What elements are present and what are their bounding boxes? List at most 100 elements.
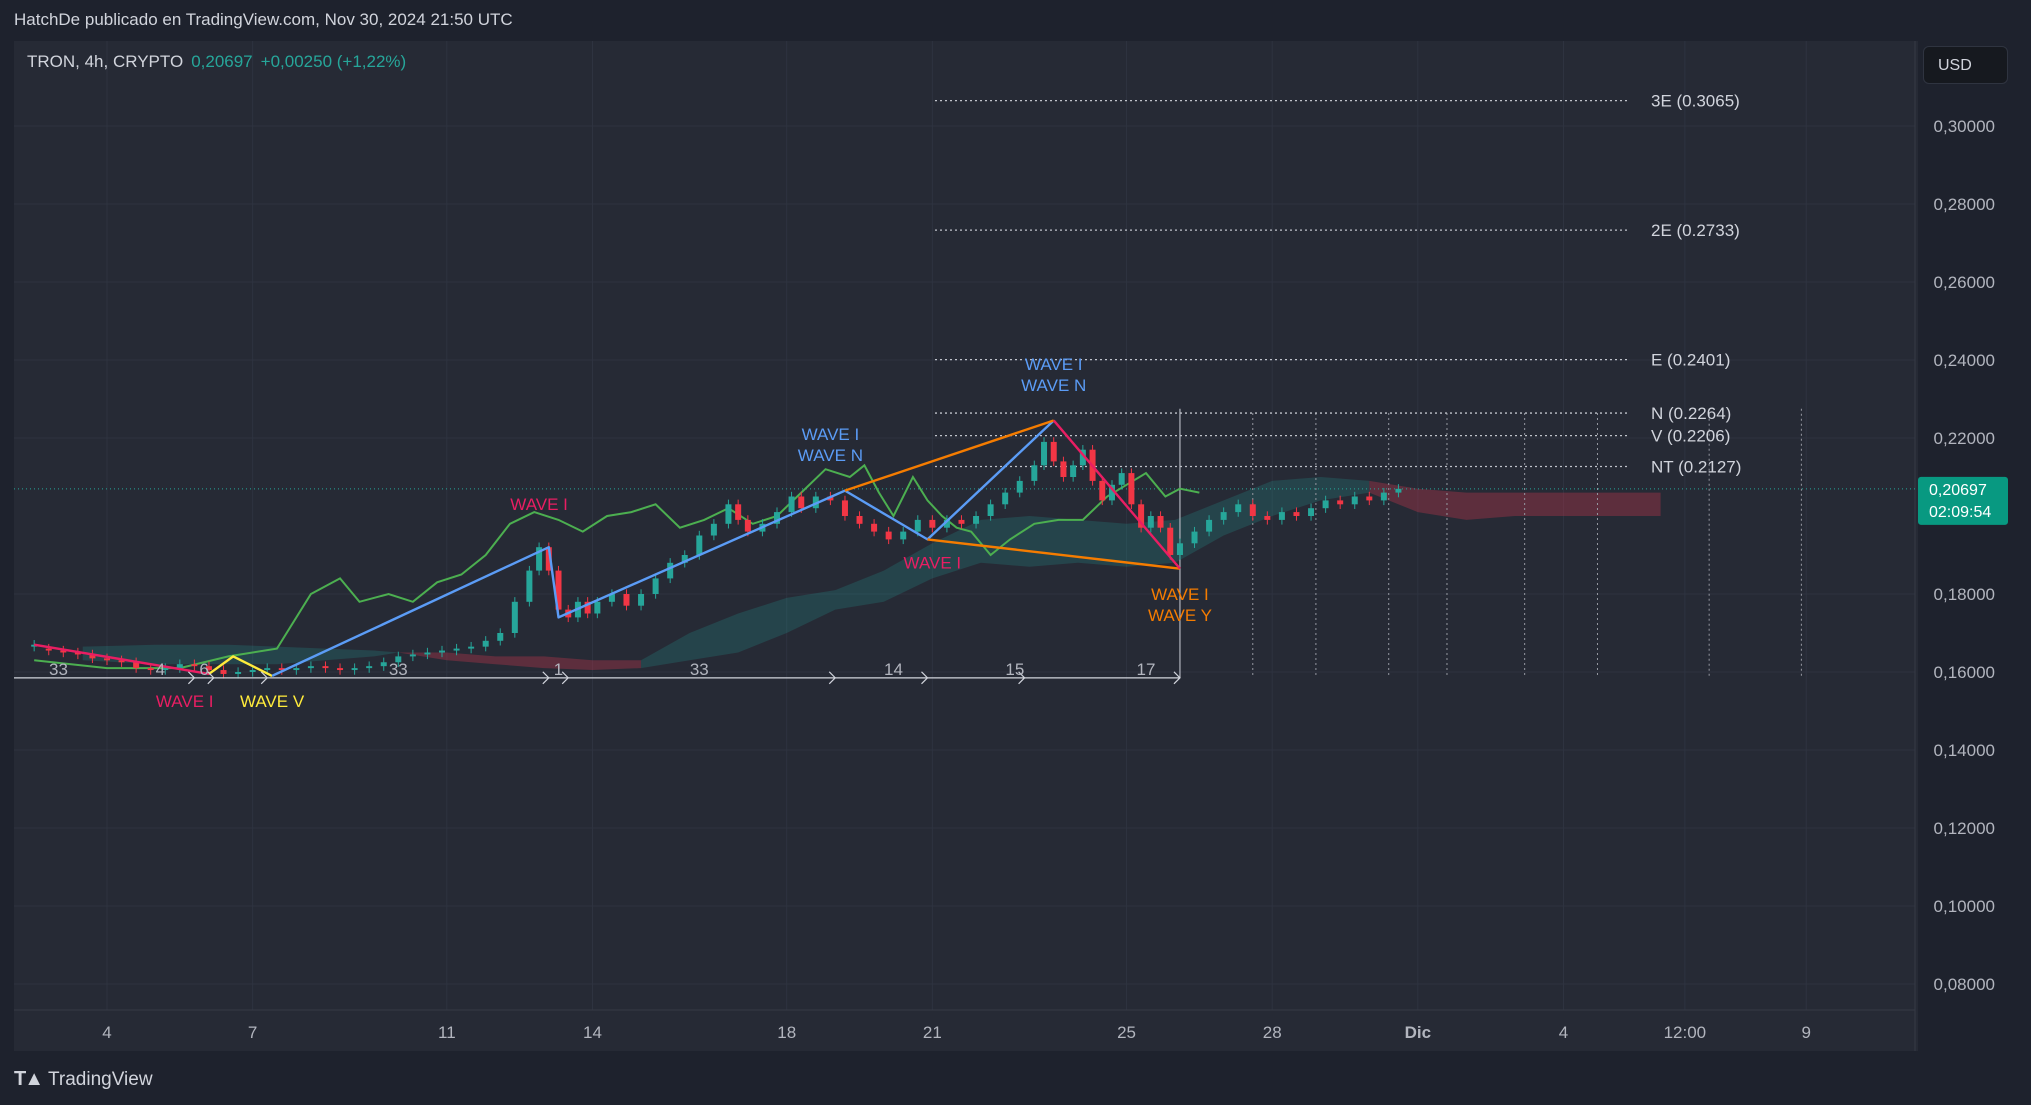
- candle-down: [45, 648, 52, 651]
- wave-label: WAVE I: [802, 425, 860, 444]
- candle-up: [438, 650, 445, 653]
- candle-up: [380, 662, 387, 667]
- candle-down: [798, 496, 805, 509]
- candle-down: [623, 594, 630, 606]
- price-tick-label: 0,12000: [1934, 819, 1995, 838]
- price-tick-label: 0,22000: [1934, 429, 1995, 448]
- candle-down: [929, 519, 936, 528]
- time-count-label: 33: [49, 660, 68, 679]
- price-chart[interactable]: 3E (0.3065) 2E (0.2733) E (0.2401) N (0.226…: [0, 0, 2031, 1105]
- candle-up: [235, 672, 242, 674]
- time-tick-label: 12:00: [1664, 1023, 1707, 1042]
- time-count-label: 4: [156, 660, 165, 679]
- candle-up: [1118, 473, 1125, 485]
- candle-down: [104, 658, 110, 661]
- price-tick-label: 0,14000: [1934, 741, 1995, 760]
- brand-text: TradingView: [48, 1068, 153, 1090]
- candle-down: [1157, 516, 1164, 528]
- symbol-legend: TRON, 4h, CRYPTO 0,20697 +0,00250 (+1,22%): [27, 52, 406, 72]
- time-tick-label: 14: [583, 1023, 602, 1042]
- price-tick-label: 0,28000: [1934, 195, 1995, 214]
- candle-up: [1070, 465, 1077, 477]
- candle-down: [1060, 461, 1067, 477]
- candle-down: [1366, 496, 1373, 501]
- candle-down: [871, 523, 878, 532]
- time-count-label: 17: [1137, 660, 1156, 679]
- candle-up: [511, 601, 518, 633]
- candle-down: [322, 666, 329, 669]
- indicator-line-green: [34, 463, 1200, 670]
- candle-down: [1099, 480, 1106, 501]
- price-level-label: N (0.2264): [1651, 404, 1731, 423]
- candle-up: [293, 668, 300, 671]
- candle-up: [667, 562, 674, 579]
- candle-up: [264, 668, 271, 671]
- candle-up: [1380, 492, 1387, 501]
- currency-button[interactable]: USD: [1923, 46, 2008, 84]
- price-tick-label: 0,24000: [1934, 351, 1995, 370]
- candle-up: [900, 531, 907, 540]
- candle-up: [1206, 519, 1213, 532]
- time-tick-label: 9: [1802, 1023, 1811, 1042]
- tradingview-logo-icon: T▲: [14, 1068, 44, 1090]
- price-tick-label: 0,16000: [1934, 663, 1995, 682]
- candle-up: [1308, 508, 1315, 516]
- candle-up: [1395, 488, 1402, 493]
- wave-label: WAVE I: [904, 554, 962, 573]
- price-tick-label: 0,10000: [1934, 897, 1995, 916]
- price-tick-label: 0,18000: [1934, 585, 1995, 604]
- price-badge-countdown: 02:09:54: [1929, 504, 1991, 521]
- price-badge-value: 0,20697: [1929, 482, 1987, 499]
- candle-down: [958, 519, 965, 524]
- price-level-label: 3E (0.3065): [1651, 92, 1740, 111]
- time-tick-label: 21: [923, 1023, 942, 1042]
- wave-label: WAVE Y: [1148, 606, 1212, 625]
- candle-down: [1128, 473, 1135, 505]
- candle-up: [366, 666, 373, 669]
- candle-up: [1351, 496, 1358, 505]
- legend-price: 0,20697: [191, 52, 253, 71]
- time-tick-label: 4: [1559, 1023, 1568, 1042]
- price-level-label: 2E (0.2733): [1651, 221, 1740, 240]
- candle-up: [1031, 465, 1038, 481]
- candle-down: [885, 531, 892, 540]
- candle-up: [594, 601, 601, 614]
- candle-down: [1050, 441, 1057, 462]
- ichimoku-cloud-red: [1369, 480, 1661, 520]
- candle-up: [526, 570, 533, 602]
- candle-up: [1322, 500, 1329, 509]
- candle-up: [696, 535, 703, 555]
- price-level-label: NT (0.2127): [1651, 457, 1741, 476]
- wave-label: WAVE N: [1021, 376, 1086, 395]
- time-count-label: 1: [554, 660, 563, 679]
- time-tick-label: 18: [777, 1023, 796, 1042]
- candle-up: [987, 504, 994, 516]
- candle-up: [1191, 531, 1198, 544]
- candle-up: [710, 523, 717, 536]
- candle-up: [351, 668, 358, 671]
- wave-label: WAVE I: [156, 692, 214, 711]
- candle-up: [1278, 512, 1285, 520]
- candle-up: [638, 594, 645, 606]
- candle-up: [1235, 504, 1242, 513]
- candle-down: [744, 519, 751, 532]
- candle-up: [725, 504, 732, 524]
- price-level-label: V (0.2206): [1651, 427, 1730, 446]
- time-tick-label: 25: [1117, 1023, 1136, 1042]
- tradingview-brand[interactable]: T▲ TradingView: [14, 1068, 153, 1091]
- candle-up: [468, 646, 475, 649]
- time-count-label: 6: [199, 660, 208, 679]
- price-tick-label: 0,08000: [1934, 975, 1995, 994]
- candle-down: [191, 664, 198, 667]
- candle-up: [1176, 543, 1183, 555]
- candle-up: [973, 516, 980, 524]
- candle-up: [307, 666, 314, 669]
- candle-down: [220, 670, 227, 674]
- symbol-info[interactable]: TRON, 4h, CRYPTO: [27, 52, 183, 71]
- candle-down: [337, 668, 344, 671]
- candle-up: [652, 578, 659, 594]
- candle-down: [1249, 504, 1256, 516]
- candle-up: [1220, 512, 1227, 520]
- candle-down: [841, 500, 848, 516]
- wave-line-orange: [844, 419, 1055, 492]
